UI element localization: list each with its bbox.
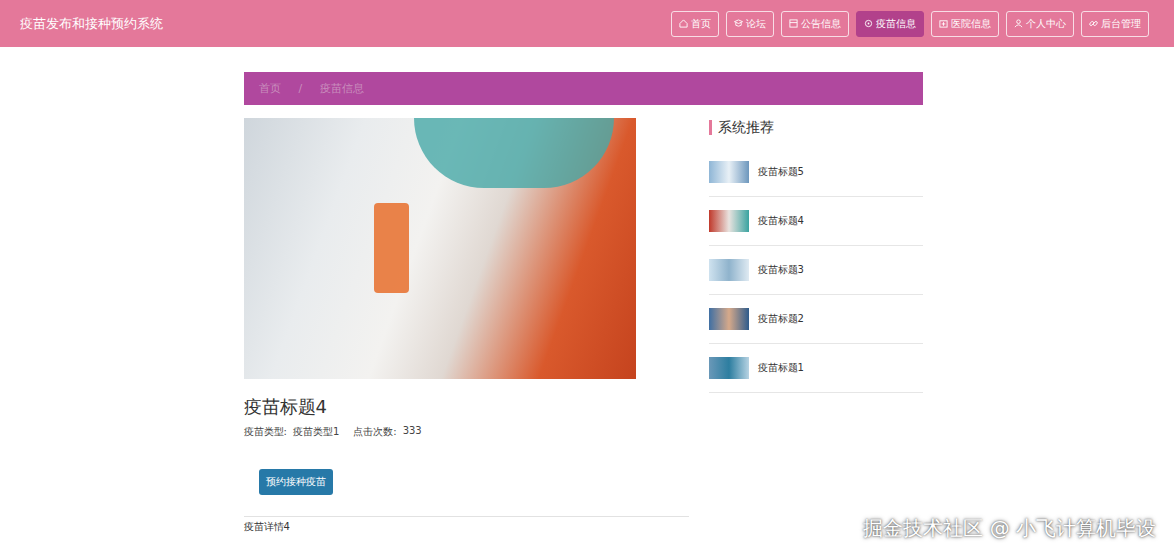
recommend-item[interactable]: 疫苗标题1 (709, 344, 923, 393)
type-label: 疫苗类型: (244, 425, 287, 439)
recommend-title-text[interactable]: 疫苗标题5 (758, 165, 804, 179)
recommend-title-text[interactable]: 疫苗标题2 (758, 312, 804, 326)
vaccine-meta: 疫苗类型: 疫苗类型1 点击次数: 333 (244, 425, 689, 439)
recommend-title: 系统推荐 (709, 120, 923, 135)
recommend-item[interactable]: 疫苗标题5 (709, 148, 923, 197)
recommend-thumbnail (709, 259, 749, 281)
watermark: 掘金技术社区 @ 小飞计算机毕设 (863, 515, 1156, 542)
vaccine-detail: 疫苗标题4 疫苗类型: 疫苗类型1 点击次数: 333 预约接种疫苗疫苗详情4 (244, 118, 689, 534)
nav-button[interactable]: 论坛 (726, 11, 774, 37)
nav-button[interactable]: 后台管理 (1081, 11, 1149, 37)
clicks-label: 点击次数: (353, 425, 396, 439)
recommend-list: 疫苗标题5 疫苗标题4 疫苗标题3 疫苗标题2 疫苗标题1 (709, 148, 923, 393)
nav-button[interactable]: 医院信息 (931, 11, 999, 37)
content-columns: 疫苗标题4疫苗类型:疫苗类型1点击次数:333预约接种疫苗疫苗详情4系统推荐疫苗… (244, 118, 923, 534)
vaccine-icon (864, 19, 873, 28)
breadcrumb: 首页 / 疫苗信息 (244, 72, 923, 105)
book-wrap: 预约接种疫苗 (244, 439, 689, 495)
book-button[interactable]: 预约接种疫苗 (259, 469, 333, 495)
breadcrumb-item[interactable]: 疫苗信息 (320, 81, 364, 96)
home-icon (679, 19, 688, 28)
recommend-title-text[interactable]: 疫苗标题4 (758, 214, 804, 228)
recommend-item[interactable]: 疫苗标题4 (709, 197, 923, 246)
hospital-icon (939, 19, 948, 28)
nav-button[interactable]: 公告信息 (781, 11, 849, 37)
nav-button[interactable]: 个人中心 (1006, 11, 1074, 37)
type-value: 疫苗类型1 (293, 425, 339, 439)
nav-label: 个人中心 (1026, 17, 1066, 31)
nav-label: 首页 (691, 17, 711, 31)
nav-button[interactable]: 首页 (671, 11, 719, 37)
content-container: 首页 / 疫苗信息疫苗标题4 疫苗类型: 疫苗类型1 点击次数: 333 预约接种疫苗疫苗详情… (244, 72, 923, 534)
nav-button[interactable]: 疫苗信息 (856, 11, 924, 37)
top-nav-bar: 疫苗发布和接种预约系统 首页 论坛 公告信息 疫苗信息 医院信息 个人中心 后台管理 (0, 0, 1174, 47)
vaccine-photo (244, 118, 636, 379)
vaccine-description: 疫苗详情4 (244, 516, 689, 534)
forum-icon (734, 19, 743, 28)
link-icon (1089, 19, 1098, 28)
recommend-thumbnail (709, 210, 749, 232)
nav-label: 疫苗信息 (876, 17, 916, 31)
recommend-thumbnail (709, 308, 749, 330)
nav-menu: 首页 论坛 公告信息 疫苗信息 医院信息 个人中心 后台管理 (671, 11, 1149, 37)
recommend-thumbnail (709, 357, 749, 379)
notice-icon (789, 19, 798, 28)
recommend-thumbnail (709, 161, 749, 183)
nav-label: 后台管理 (1101, 17, 1141, 31)
recommend-item[interactable]: 疫苗标题2 (709, 295, 923, 344)
user-icon (1014, 19, 1023, 28)
recommend-item[interactable]: 疫苗标题3 (709, 246, 923, 295)
site-title: 疫苗发布和接种预约系统 (20, 15, 163, 33)
recommend-title-text[interactable]: 疫苗标题1 (758, 361, 804, 375)
nav-label: 公告信息 (801, 17, 841, 31)
nav-label: 医院信息 (951, 17, 991, 31)
breadcrumb-item[interactable]: 首页 (259, 81, 281, 96)
clicks-value: 333 (403, 425, 422, 439)
recommend-panel: 系统推荐疫苗标题5 疫苗标题4 疫苗标题3 疫苗标题2 疫苗标题1 (709, 118, 923, 534)
recommend-title-text[interactable]: 疫苗标题3 (758, 263, 804, 277)
nav-label: 论坛 (746, 17, 766, 31)
spacer (345, 425, 347, 439)
breadcrumb-item: / (299, 82, 303, 95)
vaccine-title: 疫苗标题4 (244, 395, 689, 419)
